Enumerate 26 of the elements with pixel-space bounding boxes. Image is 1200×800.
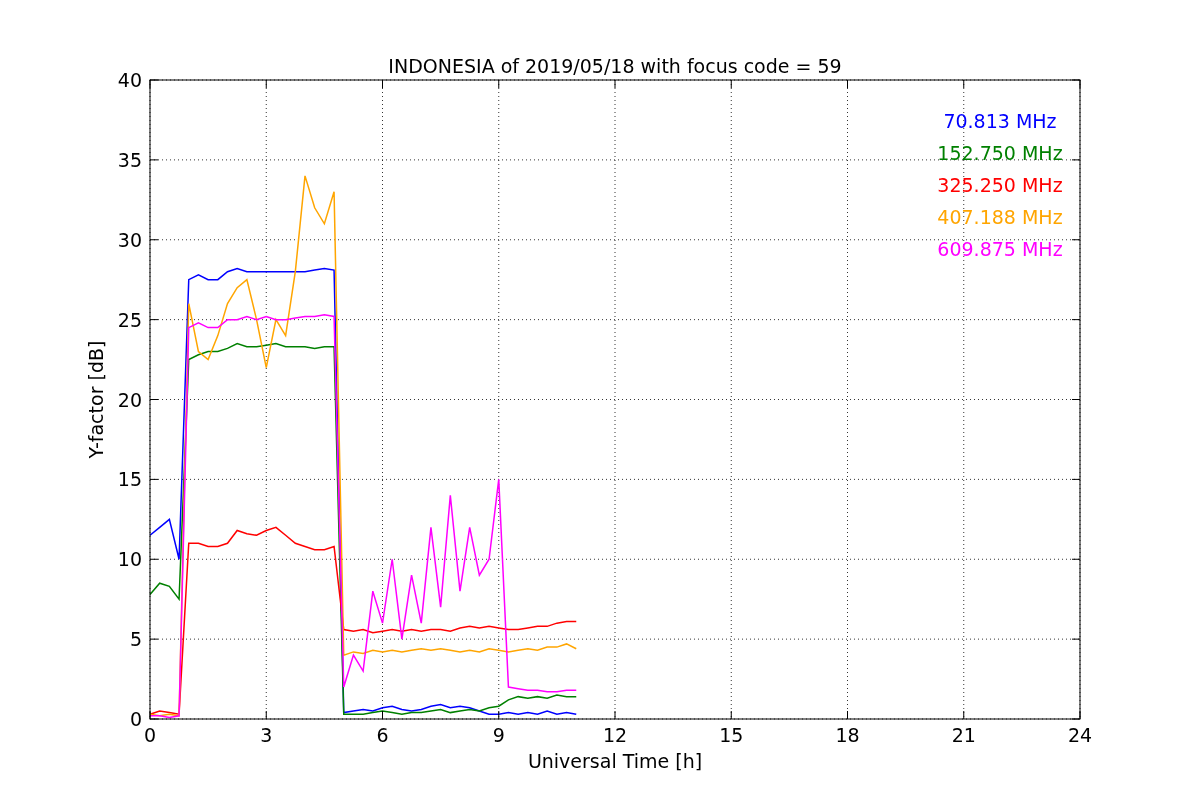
legend-label: 609.875 MHz xyxy=(937,238,1063,260)
x-axis-label: Universal Time [h] xyxy=(527,750,703,772)
chart-title: INDONESIA of 2019/05/18 with focus code = 59 xyxy=(388,55,842,77)
x-tick-label: 21 xyxy=(951,724,976,746)
y-tick-label: 20 xyxy=(117,388,142,411)
x-tick-label: 18 xyxy=(835,724,860,746)
legend-label: 407.188 MHz xyxy=(937,206,1063,228)
y-axis-label: Y-factor [dB] xyxy=(85,340,107,459)
x-tick-label: 3 xyxy=(260,724,273,746)
x-tick-label: 6 xyxy=(376,724,389,746)
legend-label: 152.750 MHz xyxy=(937,142,1063,164)
legend-label: 325.250 MHz xyxy=(937,174,1063,196)
legend-label: 70.813 MHz xyxy=(943,110,1057,132)
x-tick-label: 0 xyxy=(143,724,157,746)
y-tick-label: 15 xyxy=(117,468,142,491)
y-tick-label: 40 xyxy=(117,69,142,91)
y-tick-label: 25 xyxy=(117,308,142,331)
x-tick-label: 9 xyxy=(492,724,505,746)
y-tick-label: 5 xyxy=(129,628,142,651)
y-tick-label: 30 xyxy=(117,228,142,251)
y-tick-label: 0 xyxy=(129,708,142,730)
y-tick-label: 10 xyxy=(117,548,142,571)
x-tick-label: 24 xyxy=(1067,724,1093,746)
x-tick-label: 12 xyxy=(602,724,628,746)
y-tick-label: 35 xyxy=(117,148,142,171)
x-tick-label: 15 xyxy=(719,724,744,746)
